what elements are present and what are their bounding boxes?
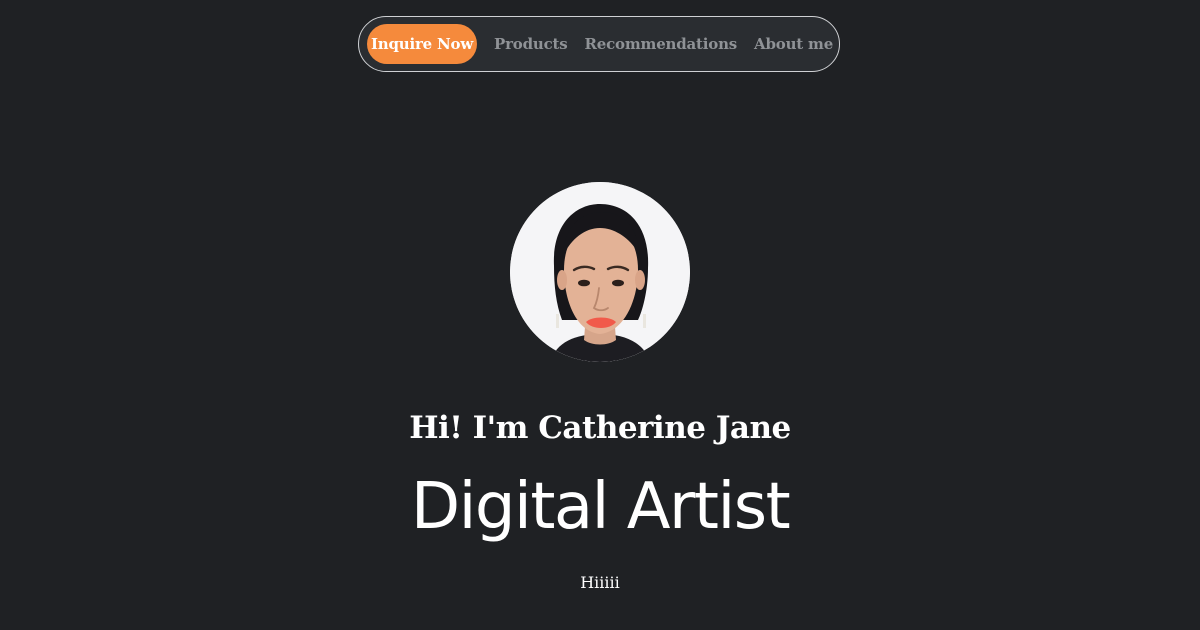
avatar	[510, 182, 690, 362]
top-nav: Inquire Now Products Recommendations Abo…	[358, 16, 840, 72]
nav-link-products[interactable]: Products	[494, 35, 568, 53]
nav-link-recommendations[interactable]: Recommendations	[585, 35, 738, 53]
greeting-heading: Hi! I'm Catherine Jane	[409, 410, 791, 446]
inquire-now-button[interactable]: Inquire Now	[367, 24, 477, 64]
tagline-text: Hiiiii	[580, 573, 620, 592]
profile-photo	[510, 182, 690, 362]
nav-link-about-me[interactable]: About me	[754, 35, 833, 53]
role-title: Digital Artist	[410, 470, 791, 544]
